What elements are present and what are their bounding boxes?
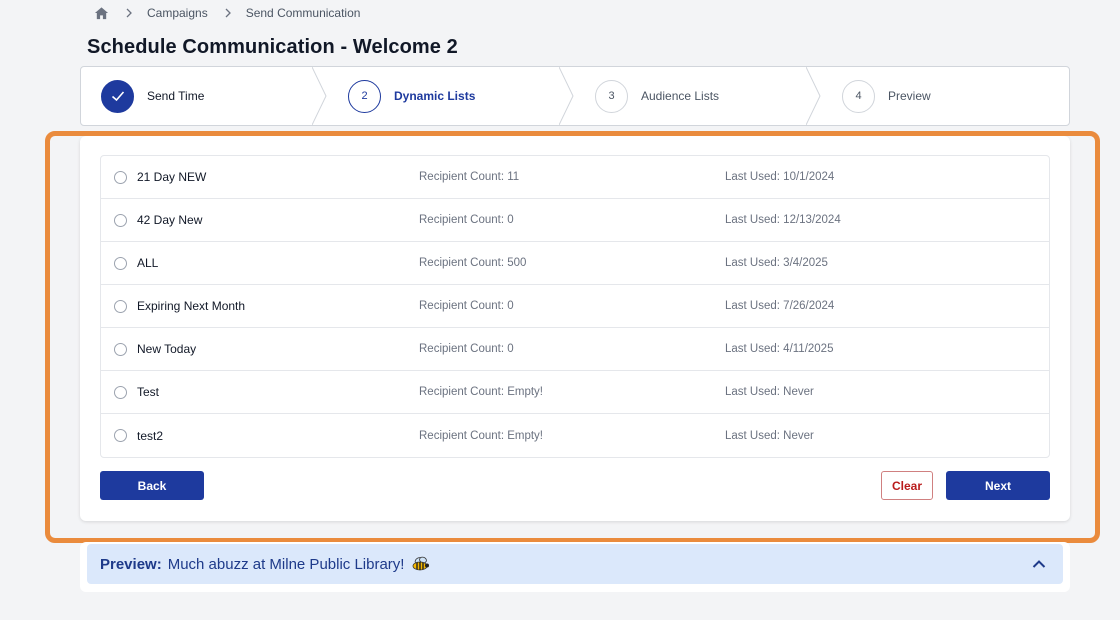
step-number: 3 (595, 79, 628, 113)
last-used: Last Used: 10/1/2024 (725, 171, 835, 183)
step-number: 2 (348, 79, 381, 113)
list-item[interactable]: 21 Day NEW Recipient Count: 11 Last Used… (101, 156, 1049, 199)
step-audience-lists[interactable]: 3 Audience Lists (575, 67, 822, 125)
step-divider (312, 67, 327, 125)
list-radio[interactable] (114, 343, 127, 356)
list-name: Test (137, 385, 160, 399)
preview-bar[interactable]: Preview: Much abuzz at Milne Public Libr… (87, 544, 1063, 584)
list-name: 21 Day NEW (137, 170, 207, 184)
page-title: Schedule Communication - Welcome 2 (87, 36, 458, 58)
clear-button[interactable]: Clear (881, 471, 933, 500)
dynamic-list-table: 21 Day NEW Recipient Count: 11 Last Used… (100, 155, 1050, 458)
step-dynamic-lists[interactable]: 2 Dynamic Lists (328, 67, 575, 125)
stepper: Send Time 2 Dynamic Lists 3 Audience Lis… (80, 66, 1070, 126)
list-name: 42 Day New (137, 213, 203, 227)
recipient-count: Recipient Count: 0 (419, 300, 514, 312)
list-item[interactable]: Test Recipient Count: Empty! Last Used: … (101, 371, 1049, 414)
back-button[interactable]: Back (100, 471, 204, 500)
step-divider (559, 67, 574, 125)
recipient-count: Recipient Count: 11 (419, 171, 520, 183)
list-radio[interactable] (114, 171, 127, 184)
last-used: Last Used: Never (725, 386, 814, 398)
step-send-time[interactable]: Send Time (81, 67, 328, 125)
list-radio[interactable] (114, 429, 127, 442)
chevron-right-icon (224, 8, 232, 18)
preview-label: Preview: (100, 555, 162, 573)
list-radio[interactable] (114, 214, 127, 227)
last-used: Last Used: 4/11/2025 (725, 343, 834, 355)
last-used: Last Used: 7/26/2024 (725, 300, 835, 312)
step-label: Audience Lists (641, 89, 720, 103)
breadcrumb-item-campaigns[interactable]: Campaigns (147, 6, 208, 20)
list-item[interactable]: 42 Day New Recipient Count: 0 Last Used:… (101, 199, 1049, 242)
last-used: Last Used: 3/4/2025 (725, 257, 828, 269)
list-name: Expiring Next Month (137, 299, 246, 313)
preview-panel: Preview: Much abuzz at Milne Public Libr… (80, 542, 1070, 592)
list-item[interactable]: ALL Recipient Count: 500 Last Used: 3/4/… (101, 242, 1049, 285)
chevron-up-icon[interactable] (1031, 556, 1047, 572)
next-button[interactable]: Next (946, 471, 1050, 500)
last-used: Last Used: Never (725, 429, 814, 442)
list-radio[interactable] (114, 257, 127, 270)
list-radio[interactable] (114, 386, 127, 399)
breadcrumb: Campaigns Send Communication (94, 5, 360, 21)
recipient-count: Recipient Count: Empty! (419, 429, 544, 442)
step-label: Preview (888, 89, 931, 103)
recipient-count: Recipient Count: 0 (419, 214, 514, 226)
recipient-count: Recipient Count: Empty! (419, 386, 544, 398)
list-name: New Today (137, 342, 197, 356)
list-item[interactable]: test2 Recipient Count: Empty! Last Used:… (101, 414, 1049, 457)
list-item[interactable]: Expiring Next Month Recipient Count: 0 L… (101, 285, 1049, 328)
last-used: Last Used: 12/13/2024 (725, 214, 841, 226)
preview-subject: Much abuzz at Milne Public Library! (167, 555, 405, 573)
step-divider (806, 67, 821, 125)
bee-icon (410, 556, 430, 572)
breadcrumb-item-send-communication[interactable]: Send Communication (246, 6, 361, 20)
chevron-right-icon (125, 8, 133, 18)
check-icon (101, 79, 134, 113)
step-label: Send Time (147, 89, 205, 103)
list-name: test2 (137, 428, 164, 443)
recipient-count: Recipient Count: 500 (419, 257, 527, 269)
recipient-count: Recipient Count: 0 (419, 343, 514, 355)
list-name: ALL (137, 256, 159, 270)
step-preview[interactable]: 4 Preview (822, 67, 1069, 125)
list-item[interactable]: New Today Recipient Count: 0 Last Used: … (101, 328, 1049, 371)
home-icon[interactable] (94, 6, 109, 21)
step-label: Dynamic Lists (394, 89, 476, 103)
step-number: 4 (842, 79, 875, 113)
dynamic-lists-card: 21 Day NEW Recipient Count: 11 Last Used… (80, 136, 1070, 521)
list-radio[interactable] (114, 300, 127, 313)
